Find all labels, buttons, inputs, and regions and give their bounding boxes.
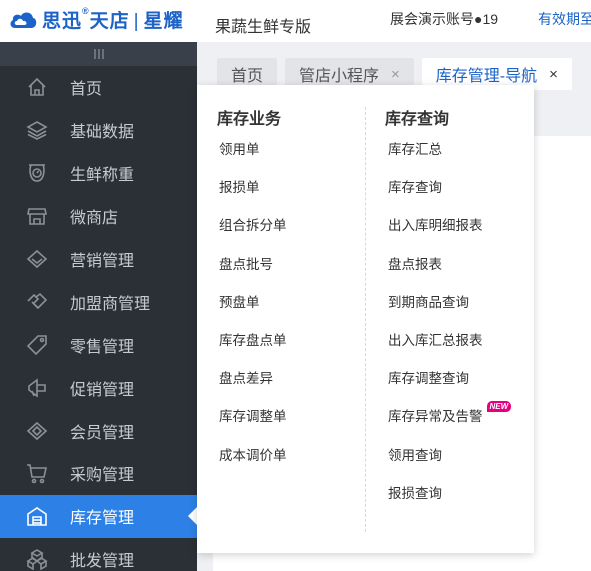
menu-item[interactable]: 到期商品查询 — [388, 290, 511, 328]
menu-item[interactable]: 盘点报表 — [388, 252, 511, 290]
grip-icon — [93, 49, 104, 59]
logo-separator: | — [133, 10, 140, 32]
menu-item-with-badge[interactable]: 库存异常及告警 NEW — [388, 401, 512, 442]
sidebar-item-label: 生鲜称重 — [70, 167, 135, 185]
sidebar-item-label: 零售管理 — [70, 338, 135, 356]
menu-item[interactable]: 领用单 — [219, 137, 287, 175]
sidebar-collapse-handle[interactable] — [0, 42, 197, 66]
layers-icon — [24, 117, 50, 143]
sidebar-item-label: 首页 — [70, 81, 103, 99]
sidebar-item-marketing[interactable]: 营销管理 — [0, 238, 197, 281]
tab-label: 库存管理-导航 — [435, 68, 538, 85]
menu-item[interactable]: 库存调整查询 — [388, 366, 511, 404]
column-divider — [365, 107, 366, 532]
sidebar-item-micro-shop[interactable]: 微商店 — [0, 195, 197, 238]
sidebar-item-label: 微商店 — [70, 210, 119, 228]
logo-brand-1: 思迅 — [42, 10, 83, 32]
sidebar-item-wholesale[interactable]: 批发管理 — [0, 538, 197, 571]
tab-label: 管店小程序 — [299, 68, 380, 85]
top-header: 思迅®天店 | 星耀 果蔬生鲜专版 展会演示账号●19 有效期至 — [0, 0, 591, 42]
menu-item[interactable]: 预盘单 — [219, 290, 287, 328]
cart-icon — [24, 460, 50, 486]
account-name[interactable]: 展会演示账号●19 — [390, 9, 498, 29]
inventory-submenu: 库存业务 领用单 报损单 组合拆分单 盘点批号 预盘单 库存盘点单 盘点差异 库… — [197, 85, 534, 553]
diamond-icon — [24, 246, 50, 272]
logo-text: 思迅®天店 | 星耀 — [42, 5, 184, 32]
menu-item[interactable]: 报损查询 — [388, 481, 511, 519]
menu-item[interactable]: 库存盘点单 — [219, 328, 287, 366]
menu-item[interactable]: 库存调整单 — [219, 404, 287, 442]
menu-item[interactable]: 库存汇总 — [388, 137, 511, 175]
menu-item-label: 库存异常及告警 — [388, 409, 483, 425]
menu-list: 领用单 报损单 组合拆分单 盘点批号 预盘单 库存盘点单 盘点差异 库存调整单 … — [219, 137, 287, 481]
logo[interactable]: 思迅®天店 | 星耀 — [8, 4, 184, 34]
sidebar-item-inventory[interactable]: 库存管理 — [0, 494, 197, 538]
column-title: 库存查询 — [385, 111, 450, 128]
edition-label: 果蔬生鲜专版 — [215, 19, 312, 36]
home-icon — [24, 74, 50, 100]
sidebar-item-franchise[interactable]: 加盟商管理 — [0, 280, 197, 323]
menu-item[interactable]: 组合拆分单 — [219, 213, 287, 251]
sidebar-item-retail[interactable]: 零售管理 — [0, 323, 197, 366]
sidebar-item-label: 会员管理 — [70, 424, 135, 442]
sidebar-item-label: 加盟商管理 — [70, 295, 151, 313]
sidebar-item-purchasing[interactable]: 采购管理 — [0, 452, 197, 495]
tab-label: 首页 — [231, 68, 264, 85]
cloud-logo-icon — [8, 8, 38, 30]
handshake-icon — [24, 289, 50, 315]
menu-item[interactable]: 报损单 — [219, 175, 287, 213]
logo-brand-3: 星耀 — [143, 10, 184, 32]
sidebar-item-label: 采购管理 — [70, 467, 135, 485]
logo-brand-2: 天店 — [89, 10, 130, 32]
menu-item[interactable]: 领用查询 — [388, 443, 511, 481]
sidebar-item-label: 营销管理 — [70, 253, 135, 270]
menu-list: 库存汇总 库存查询 出入库明细报表 盘点报表 到期商品查询 出入库汇总报表 库存… — [388, 137, 512, 519]
menu-item[interactable]: 库存查询 — [388, 175, 511, 213]
menu-item[interactable]: 盘点差异 — [219, 366, 287, 404]
close-icon[interactable]: × — [391, 66, 400, 83]
warehouse-icon — [24, 503, 50, 529]
sidebar-item-label: 库存管理 — [70, 510, 135, 528]
sidebar-item-promotion[interactable]: 促销管理 — [0, 366, 197, 409]
sidebar-item-label: 基础数据 — [70, 124, 135, 142]
gem-icon — [24, 418, 50, 444]
tag-icon — [24, 332, 50, 358]
close-icon[interactable]: × — [549, 66, 558, 83]
new-badge: NEW — [486, 401, 512, 413]
boxes-icon — [24, 546, 50, 571]
sidebar-item-basic-data[interactable]: 基础数据 — [0, 109, 197, 152]
validity-link[interactable]: 有效期至 — [538, 9, 591, 29]
menu-item[interactable]: 出入库汇总报表 — [388, 328, 511, 366]
megaphone-icon — [24, 375, 50, 401]
sidebar-item-label: 促销管理 — [70, 381, 135, 399]
sidebar-item-home[interactable]: 首页 — [0, 66, 197, 109]
menu-item[interactable]: 出入库明细报表 — [388, 213, 511, 251]
menu-item[interactable]: 成本调价单 — [219, 443, 287, 481]
menu-item[interactable]: 盘点批号 — [219, 252, 287, 290]
shop-icon — [24, 203, 50, 229]
column-title: 库存业务 — [217, 111, 282, 128]
scale-icon — [24, 160, 50, 186]
sidebar-item-label: 批发管理 — [70, 553, 135, 571]
sidebar-item-members[interactable]: 会员管理 — [0, 409, 197, 452]
sidebar-item-fresh-weighing[interactable]: 生鲜称重 — [0, 152, 197, 195]
sidebar: 首页 基础数据 生鲜称重 微商店 营销管理 加盟商管理 零售管理 促销管理 会员… — [0, 42, 197, 571]
